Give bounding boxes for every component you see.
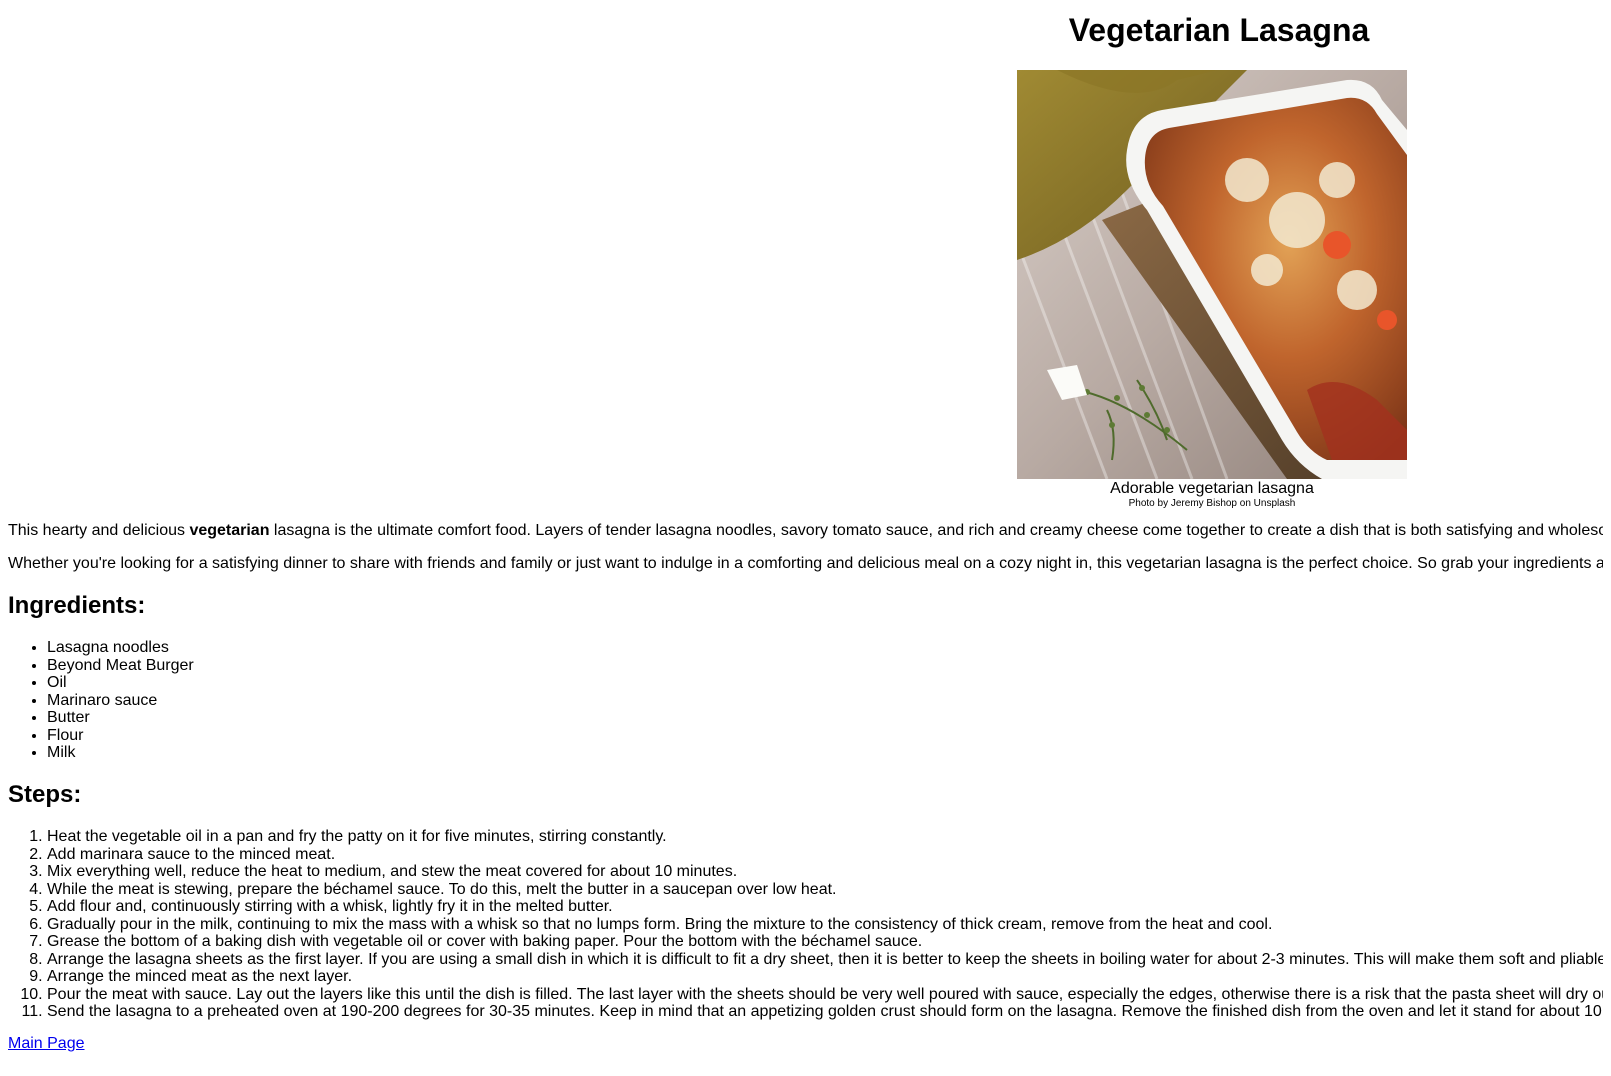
step-item: Grease the bottom of a baking dish with … [47,933,1603,951]
figure-caption: Adorable vegetarian lasagna [1110,480,1314,497]
step-item: Arrange the lasagna sheets as the first … [47,951,1603,969]
ingredient-item: Butter [47,709,194,727]
ingredient-item: Oil [47,674,194,692]
step-item: Add marinara sauce to the minced meat. [47,846,1603,864]
step-item: Heat the vegetable oil in a pan and fry … [47,828,1603,846]
lasagna-photo [1017,70,1407,479]
ingredient-item: Milk [47,744,194,762]
page-title: Vegetarian Lasagna [1068,12,1370,48]
step-item: Gradually pour in the milk, continuing t… [47,916,1603,934]
steps-heading: Steps: [8,781,82,808]
step-item: While the meat is stewing, prepare the b… [47,881,1603,899]
photo-credit: Photo by Jeremy Bishop on Unsplash [1128,498,1296,509]
ingredient-item: Marinaro sauce [47,692,194,710]
ingredients-heading: Ingredients: [8,592,146,619]
ingredient-item: Lasagna noodles [47,639,194,657]
intro-bold-word: vegetarian [189,522,270,539]
ingredient-item: Beyond Meat Burger [47,657,194,675]
step-item: Arrange the minced meat as the next laye… [47,968,1603,986]
recipe-page: Vegetarian Lasagna Adorable vegetarian l… [8,0,1603,1076]
intro-text-end: lasagna is the ultimate comfort food. La… [269,522,1603,539]
intro-paragraph-1: This hearty and delicious vegetarian las… [8,522,1603,540]
hero-figure: Adorable vegetarian lasagna Photo by Jer… [1017,70,1407,510]
step-item: Mix everything well, reduce the heat to … [47,863,1603,881]
step-item: Pour the meat with sauce. Lay out the la… [47,986,1603,1004]
intro-paragraph-2: Whether you're looking for a satisfying … [8,555,1603,572]
main-page-link[interactable]: Main Page [8,1035,85,1053]
step-item: Send the lasagna to a preheated oven at … [47,1003,1603,1021]
ingredients-list: Lasagna noodles Beyond Meat Burger Oil M… [8,639,194,762]
steps-list: Heat the vegetable oil in a pan and fry … [8,828,1603,1021]
intro-text-start: This hearty and delicious [8,522,190,539]
ingredient-item: Flour [47,727,194,745]
step-item: Add flour and, continuously stirring wit… [47,898,1603,916]
